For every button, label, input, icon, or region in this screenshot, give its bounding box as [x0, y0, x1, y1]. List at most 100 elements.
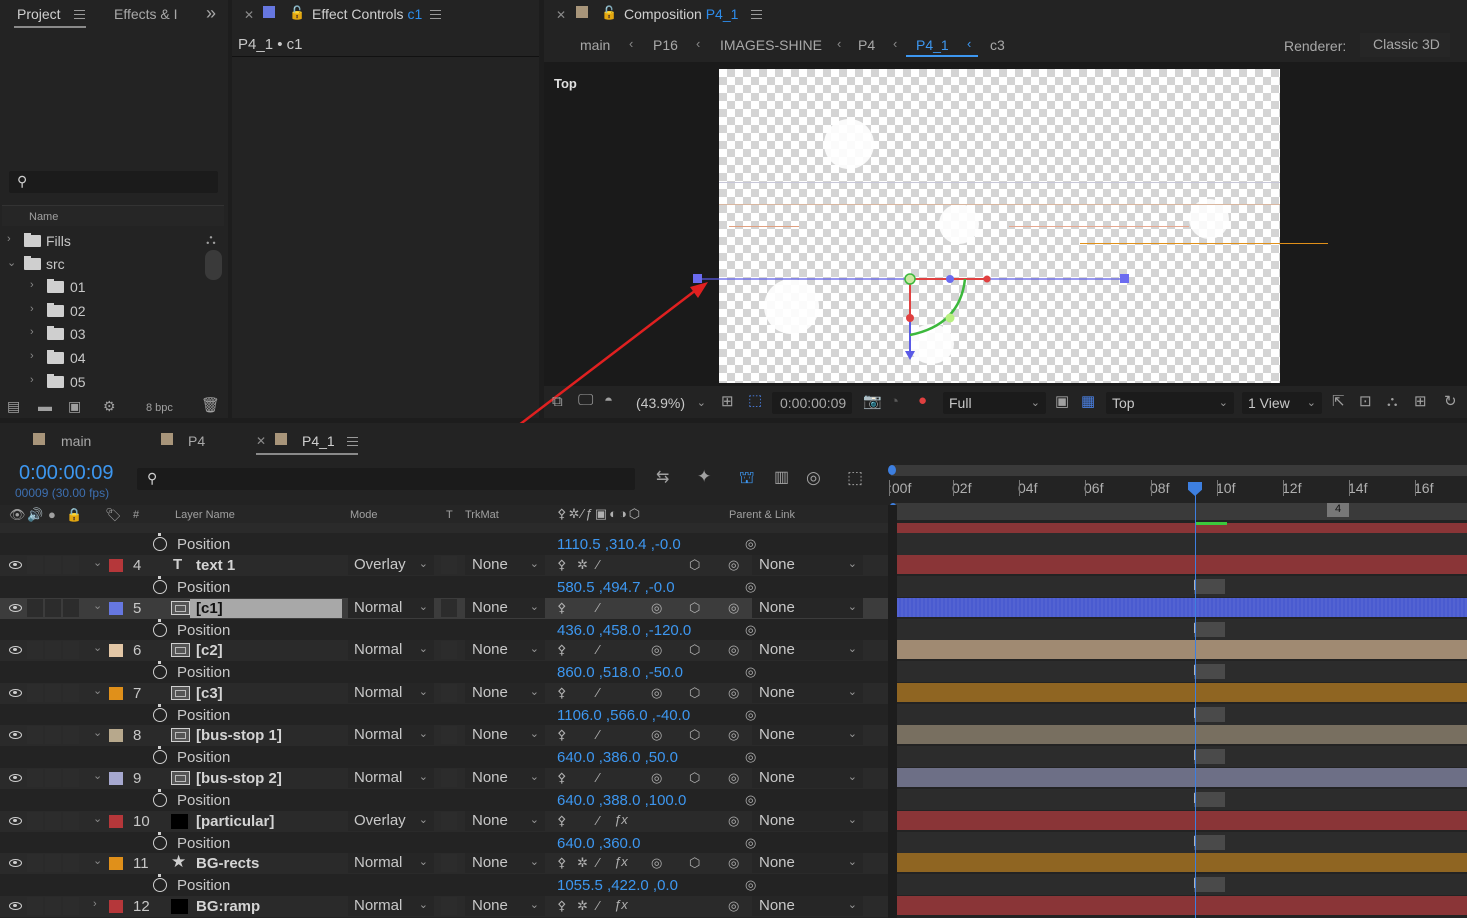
expression-pickwhip-icon[interactable]: ◎: [745, 792, 756, 808]
motion-blur-switch-icon[interactable]: ◎: [651, 600, 662, 616]
layer-row[interactable]: ⌄ 9 [bus-stop 2] Normal ⌄ None ⌄ ⚴ ⁄ ◎ ⬡ ◎ None ⌄: [0, 768, 888, 789]
track-matte-dropdown[interactable]: None ⌄: [465, 598, 545, 618]
collapse-switch-icon[interactable]: ✲: [577, 557, 588, 573]
shy-switch-icon[interactable]: ⚴: [557, 642, 567, 658]
solo-toggle[interactable]: [45, 769, 61, 787]
stopwatch-icon[interactable]: [153, 832, 167, 850]
layer-duration-bar[interactable]: [897, 896, 1467, 915]
show-snapshot-icon[interactable]: ◔: [890, 394, 899, 409]
parent-dropdown[interactable]: None ⌄: [752, 683, 863, 703]
lock-toggle[interactable]: [63, 726, 79, 744]
track-matte-dropdown[interactable]: None ⌄: [465, 853, 545, 873]
parent-pickwhip-icon[interactable]: ◎: [728, 557, 739, 573]
view-layout-dropdown[interactable]: 1 View ⌄: [1242, 392, 1322, 414]
lock-toggle[interactable]: [63, 599, 79, 617]
shy-switch-icon[interactable]: ⚴: [557, 727, 567, 743]
blend-mode-dropdown[interactable]: Normal ⌄: [348, 853, 434, 873]
3d-layer-switch-icon[interactable]: ⬡: [689, 642, 700, 658]
layer-name[interactable]: BG:ramp: [196, 898, 260, 915]
layer-row[interactable]: ⌄ 4 Ttext 1 Overlay ⌄ None ⌄ ⚴ ✲ ⁄ ⬡ ◎ None ⌄: [0, 555, 888, 576]
chevron-down-icon[interactable]: ⌄: [93, 771, 102, 782]
motion-blur-switch-icon[interactable]: ◎: [651, 855, 662, 871]
parent-dropdown[interactable]: None ⌄: [752, 598, 863, 618]
quality-switch-icon[interactable]: ⁄: [597, 855, 599, 870]
transparency-grid-icon[interactable]: ▦: [1081, 394, 1095, 409]
eye-icon[interactable]: [9, 604, 22, 612]
chevron-down-icon[interactable]: ⌄: [93, 643, 102, 654]
chevron-right-icon[interactable]: ›: [93, 899, 97, 910]
layer-name[interactable]: [bus-stop 1]: [196, 727, 282, 744]
3d-layer-switch-icon[interactable]: ⬡: [689, 685, 700, 701]
parent-dropdown[interactable]: None ⌄: [752, 896, 863, 916]
timeline-timecode[interactable]: 0:00:00:09: [19, 462, 114, 485]
mask-visibility-icon[interactable]: ◓: [604, 393, 613, 408]
quality-switch-icon[interactable]: ⁄: [597, 727, 599, 742]
eye-icon[interactable]: [9, 689, 22, 697]
solo-header-icon[interactable]: ●: [48, 508, 56, 521]
layer-label-color[interactable]: [109, 772, 123, 785]
timeline-pane-divider[interactable]: [888, 505, 897, 918]
column-layer-name[interactable]: Layer Name: [175, 509, 235, 521]
blend-mode-dropdown[interactable]: Normal ⌄: [348, 683, 434, 703]
solo-toggle[interactable]: [45, 641, 61, 659]
position-value[interactable]: 640.0 ,388.0 ,100.0: [557, 792, 686, 809]
audio-toggle[interactable]: [27, 854, 43, 872]
expression-pickwhip-icon[interactable]: ◎: [745, 835, 756, 851]
chevron-down-icon[interactable]: ⌄: [93, 686, 102, 697]
preserve-transparency-toggle[interactable]: [441, 854, 457, 872]
parent-dropdown[interactable]: None ⌄: [752, 811, 863, 831]
parent-dropdown[interactable]: None ⌄: [752, 853, 863, 873]
audio-toggle[interactable]: [27, 556, 43, 574]
audio-toggle[interactable]: [27, 726, 43, 744]
motion-blur-icon[interactable]: ◎: [806, 469, 821, 486]
preserve-transparency-toggle[interactable]: [441, 726, 457, 744]
lock-header-icon[interactable]: 🔒: [66, 508, 82, 521]
eye-icon[interactable]: [9, 646, 22, 654]
chevron-down-icon[interactable]: ⌄: [93, 558, 102, 569]
track-matte-dropdown[interactable]: None ⌄: [465, 683, 545, 703]
collapse-switch-icon[interactable]: ✲: [577, 898, 588, 914]
preserve-transparency-toggle[interactable]: [441, 812, 457, 830]
shy-switch-icon[interactable]: ⚴: [557, 813, 567, 829]
blend-mode-dropdown[interactable]: Normal ⌄: [348, 725, 434, 745]
lock-toggle[interactable]: [63, 684, 79, 702]
stopwatch-icon[interactable]: [153, 533, 167, 551]
layer-name[interactable]: [bus-stop 2]: [196, 770, 282, 787]
audio-toggle[interactable]: [27, 684, 43, 702]
parent-dropdown[interactable]: None ⌄: [752, 768, 863, 788]
lock-toggle[interactable]: [63, 854, 79, 872]
chevron-down-icon[interactable]: ⌄: [93, 814, 102, 825]
solo-toggle[interactable]: [45, 556, 61, 574]
quality-switch-icon[interactable]: ⁄: [597, 685, 599, 700]
solo-toggle[interactable]: [45, 854, 61, 872]
time-navigator-start[interactable]: [888, 465, 896, 475]
layer-duration-bar[interactable]: [897, 768, 1467, 787]
layer-duration-bar[interactable]: [897, 640, 1467, 659]
column-num[interactable]: #: [133, 509, 139, 521]
composition-flowchart-icon[interactable]: ⇆: [656, 470, 669, 486]
track-matte-dropdown[interactable]: None ⌄: [465, 768, 545, 788]
motion-blur-switch-icon[interactable]: ◎: [651, 770, 662, 786]
preserve-transparency-toggle[interactable]: [441, 684, 457, 702]
preserve-transparency-toggle[interactable]: [441, 556, 457, 574]
parent-dropdown[interactable]: None ⌄: [752, 725, 863, 745]
layer-duration-bar[interactable]: [897, 811, 1467, 830]
eye-icon[interactable]: [9, 859, 22, 867]
shy-switch-icon[interactable]: ⚴: [557, 600, 567, 616]
av-visibility-header-icon[interactable]: 👁: [9, 508, 26, 521]
track-matte-dropdown[interactable]: None ⌄: [465, 640, 545, 660]
time-navigator[interactable]: [891, 465, 1467, 476]
preserve-transparency-toggle[interactable]: [441, 769, 457, 787]
layer-row[interactable]: › 12 BG:ramp Normal ⌄ None ⌄ ⚴ ✲ ⁄ ƒx ◎ None ⌄: [0, 896, 888, 917]
toggle-pixel-aspect-icon[interactable]: ⇱: [1332, 394, 1345, 409]
lock-toggle[interactable]: [63, 769, 79, 787]
quality-switch-icon[interactable]: ⁄: [597, 813, 599, 828]
flowchart-viewer-icon[interactable]: ⛬: [1387, 394, 1398, 409]
label-header-icon[interactable]: 🏷: [105, 508, 122, 521]
eye-icon[interactable]: [9, 817, 22, 825]
stopwatch-icon[interactable]: [153, 746, 167, 764]
collapse-switch-icon[interactable]: ✲: [577, 855, 588, 871]
layer-label-color[interactable]: [109, 815, 123, 828]
layer-row[interactable]: ⌄ 11 ★ BG-rects Normal ⌄ None ⌄ ⚴ ✲ ⁄ ƒx ◎ ⬡ ◎ None ⌄: [0, 853, 888, 874]
blend-mode-dropdown[interactable]: Normal ⌄: [348, 598, 434, 618]
